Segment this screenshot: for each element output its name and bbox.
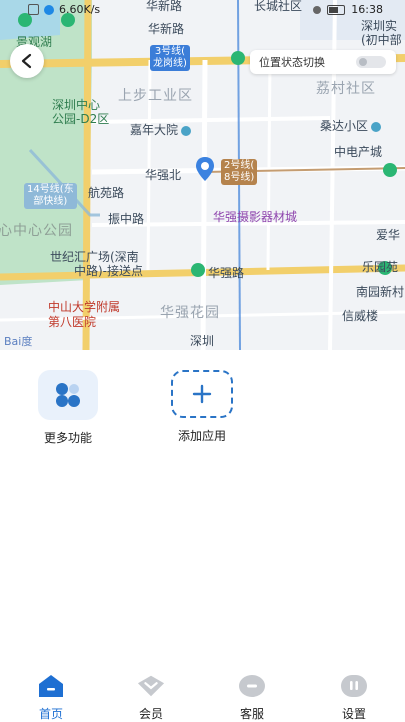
toggle-switch[interactable] bbox=[356, 56, 386, 68]
add-app-tile[interactable] bbox=[171, 370, 233, 418]
poi-icon bbox=[181, 125, 192, 136]
plus-icon bbox=[192, 384, 212, 404]
metro-line-label: 14号线(东 bbox=[27, 184, 74, 195]
map-label: 振中路 bbox=[108, 212, 145, 226]
map-label: (初中部 bbox=[361, 33, 402, 47]
map-label: 信威楼 bbox=[342, 309, 379, 323]
nav-item-vip[interactable]: 会员 bbox=[121, 674, 181, 722]
map-label: 南园新村 bbox=[356, 285, 405, 299]
metro-line-tag: 3号线( 龙岗线) bbox=[150, 45, 190, 71]
sim-icon bbox=[28, 4, 39, 15]
map-label: 中路)-接送点 bbox=[74, 264, 144, 278]
metro-line-label: 部快线) bbox=[33, 196, 68, 207]
map-attribution-logo: Bai度 bbox=[4, 335, 33, 348]
nav-item-settings[interactable]: 设置 bbox=[324, 674, 384, 722]
metro-line-label: 龙岗线) bbox=[153, 58, 187, 69]
map-label: 华新路 bbox=[148, 22, 185, 36]
metro-line-label: 8号线) bbox=[224, 172, 255, 183]
location-toggle-label: 位置状态切换 bbox=[259, 56, 325, 69]
map-district-label: 心中心公园 bbox=[0, 223, 73, 239]
bottom-nav: 首页 会员 客服 设置 bbox=[0, 668, 405, 722]
nav-label: 客服 bbox=[239, 707, 264, 721]
apps-icon bbox=[56, 383, 80, 407]
map-district-label: 华强花园 bbox=[160, 305, 220, 321]
status-time: 16:38 bbox=[351, 3, 383, 16]
settings-icon bbox=[340, 674, 368, 698]
nav-item-home[interactable]: 首页 bbox=[21, 674, 81, 722]
add-app-button[interactable]: 添加应用 bbox=[162, 370, 242, 444]
map-label: 航苑路 bbox=[88, 186, 125, 200]
map-label: 中电产城 bbox=[334, 145, 383, 159]
service-icon bbox=[238, 674, 266, 698]
location-status-toggle[interactable]: 位置状态切换 bbox=[250, 50, 396, 74]
toggle-knob bbox=[359, 58, 367, 66]
map-label-text: 桑达小区 bbox=[320, 119, 369, 133]
metro-line-label: 3号线( bbox=[154, 46, 186, 57]
map-label: 乐园苑 bbox=[362, 260, 399, 274]
map-label: 嘉年大院 bbox=[130, 121, 192, 138]
home-icon bbox=[37, 674, 65, 698]
metro-line-tag: 14号线(东 部快线) bbox=[24, 183, 77, 209]
wifi-icon bbox=[313, 5, 322, 14]
network-speed: 6.60K/s bbox=[59, 3, 101, 16]
map-label: 桑达小区 bbox=[320, 117, 382, 134]
map-label: 爱华 bbox=[376, 228, 401, 242]
metro-line-label: 2号线( bbox=[224, 160, 255, 171]
battery-icon bbox=[327, 4, 346, 15]
map-label: 公园-D2区 bbox=[52, 112, 110, 126]
nav-label: 首页 bbox=[38, 707, 63, 721]
map-district-label: 上步工业区 bbox=[118, 88, 193, 104]
map-district-label: 荔村社区 bbox=[316, 81, 376, 97]
map-label: 华强北 bbox=[145, 168, 182, 182]
vip-icon bbox=[137, 674, 165, 698]
back-button[interactable] bbox=[10, 44, 44, 78]
more-features-tile[interactable] bbox=[38, 370, 98, 420]
status-bar: 6.60K/s 16:38 bbox=[0, 0, 405, 20]
poi-icon bbox=[371, 121, 382, 132]
map-label-text: 嘉年大院 bbox=[130, 123, 179, 137]
map-label: 第八医院 bbox=[48, 315, 97, 329]
location-pin-icon bbox=[194, 156, 216, 182]
feature-label: 添加应用 bbox=[177, 429, 226, 443]
map-label: 深圳 bbox=[190, 334, 215, 348]
app-notification-icon bbox=[44, 4, 54, 15]
nav-item-service[interactable]: 客服 bbox=[222, 674, 282, 722]
metro-line-tag: 2号线( 8号线) bbox=[221, 159, 258, 185]
nav-label: 会员 bbox=[138, 707, 163, 721]
more-features-button[interactable]: 更多功能 bbox=[28, 370, 108, 446]
feature-label: 更多功能 bbox=[43, 431, 92, 445]
map-label: 华强摄影器材城 bbox=[213, 210, 298, 224]
nav-label: 设置 bbox=[341, 707, 366, 721]
chevron-left-icon bbox=[21, 53, 32, 69]
map-label: 华强路 bbox=[208, 266, 245, 280]
